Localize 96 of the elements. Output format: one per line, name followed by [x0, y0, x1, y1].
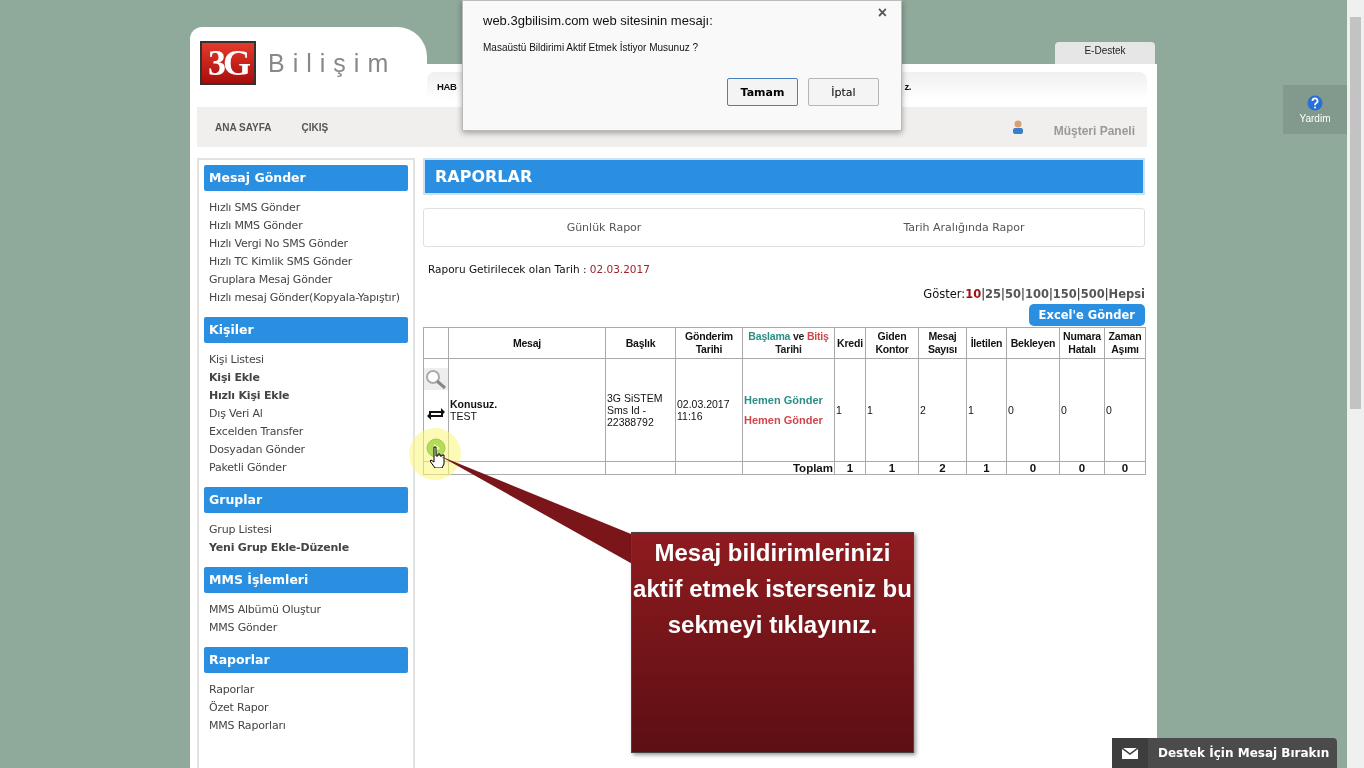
date-label: Raporu Getirilecek olan Tarih :: [428, 263, 588, 275]
column-header: Zaman Aşımı: [1108, 330, 1142, 355]
table-cell-text: 0: [1008, 404, 1015, 416]
sidebar-link[interactable]: MMS Gönder: [209, 619, 408, 637]
total-cell-text: 1: [887, 462, 897, 474]
sidebar-link[interactable]: Özet Rapor: [209, 699, 408, 717]
total-cell-text: 1: [845, 462, 855, 474]
section-title: Mesaj Gönder: [204, 165, 408, 191]
hand-cursor-icon: [430, 445, 446, 468]
table-cell-text: 0: [1061, 404, 1068, 416]
table-cell-text: 1: [836, 404, 843, 416]
separator: |: [981, 287, 986, 301]
section-title: MMS İşlemleri: [204, 567, 408, 593]
sidebar-link[interactable]: Kişi Listesi: [209, 351, 408, 369]
column-header: Mesaj Sayısı: [927, 330, 958, 355]
table-cell-text: 2: [920, 404, 927, 416]
table-cell-text: 1: [968, 404, 975, 416]
support-tab[interactable]: E-Destek: [1055, 42, 1155, 64]
magnifier-icon[interactable]: [424, 367, 448, 390]
sidebar-link[interactable]: Paketli Gönder: [209, 459, 408, 477]
sidebar-link[interactable]: Dış Veri Al: [209, 405, 408, 423]
total-label: Toplam: [791, 462, 833, 474]
message-title: Konusuz.: [450, 398, 499, 410]
total-cell-text: 0: [1028, 462, 1038, 474]
scrollbar[interactable]: [1347, 0, 1364, 768]
column-header: İletilen: [970, 336, 1003, 349]
sidebar-link[interactable]: MMS Raporları: [209, 717, 408, 735]
column-header: Gönderim Tarihi: [685, 330, 733, 355]
section-title: Gruplar: [204, 487, 408, 513]
end-date: Hemen Gönder: [744, 414, 824, 426]
help-icon: [1307, 95, 1323, 111]
sidebar-link[interactable]: Hızlı MMS Gönder: [209, 217, 408, 235]
start-date: Hemen Gönder: [744, 394, 824, 406]
column-header: Başlama ve Bitiş Tarihi: [748, 330, 829, 355]
message-text: TEST: [450, 410, 478, 422]
page-size-option[interactable]: 100: [1024, 287, 1049, 301]
page-size-option[interactable]: 50: [1005, 287, 1021, 301]
table-cell-text: 0: [1106, 404, 1113, 416]
page-size-option[interactable]: 25: [985, 287, 1002, 301]
sidebar-link[interactable]: Hızlı Kişi Ekle: [209, 387, 408, 405]
nav-link[interactable]: ANA SAYFA: [215, 121, 272, 133]
repeat-icon[interactable]: [426, 405, 446, 422]
sidebar-link[interactable]: MMS Albümü Oluştur: [209, 601, 408, 619]
separator: |: [1104, 287, 1109, 301]
dialog-button[interactable]: Tamam: [727, 78, 798, 106]
callout-box: Mesaj bildirimlerinizi aktif etmek isterseniz bu sekmeyi tıklayınız.: [631, 532, 914, 753]
column-header: Bekleyen: [1010, 336, 1056, 349]
sidebar-link[interactable]: Kişi Ekle: [209, 369, 408, 387]
sidebar-link[interactable]: Dosyadan Gönder: [209, 441, 408, 459]
logo-mark: 3G: [200, 41, 256, 85]
sidebar-link[interactable]: Hızlı TC Kimlik SMS Gönder: [209, 253, 408, 271]
user-icon: [1011, 120, 1024, 134]
sidebar-link[interactable]: Yeni Grup Ekle-Düzenle: [209, 539, 408, 557]
envelope-icon: [1122, 747, 1138, 759]
table-cell-text: 3G SiSTEM Sms Id - 22388792: [607, 392, 664, 428]
page-size-option[interactable]: 150: [1052, 287, 1077, 301]
sidebar-link[interactable]: Hızlı Vergi No SMS Gönder: [209, 235, 408, 253]
column-header: Mesaj: [512, 336, 542, 349]
dialog-title: web.3gbilisim.com web sitesinin mesajı:: [483, 13, 714, 28]
separator: |: [1076, 287, 1081, 301]
separator: |: [1001, 287, 1005, 301]
table-cell-text: 1: [867, 404, 874, 416]
separator: |: [1021, 287, 1025, 301]
sidebar-link[interactable]: Hızlı SMS Gönder: [209, 199, 408, 217]
page-title: RAPORLAR: [423, 158, 1145, 195]
chat-button[interactable]: Destek İçin Mesaj Bırakın: [1112, 738, 1337, 768]
dialog-button[interactable]: İptal: [808, 78, 879, 106]
sidebar-link[interactable]: Grup Listesi: [209, 521, 408, 539]
close-button[interactable]: ×: [871, 3, 893, 23]
total-cell-text: 2: [938, 462, 947, 474]
date-value: 02.03.2017: [589, 263, 650, 275]
column-header: Numara Hatalı: [1063, 330, 1101, 355]
nav-link[interactable]: ÇIKIŞ: [301, 121, 329, 133]
report-tab[interactable]: Günlük Rapor: [424, 209, 784, 246]
report-tab[interactable]: Tarih Aralığında Rapor: [784, 209, 1144, 246]
column-header: Başlık: [625, 336, 656, 349]
column-header: Kredi: [837, 336, 863, 349]
column-header: Giden Kontor: [875, 330, 909, 355]
section-title: Kişiler: [204, 317, 408, 343]
total-cell-text: 0: [1077, 462, 1087, 474]
page-size-option[interactable]: Hepsi: [1108, 287, 1145, 301]
sidebar-link[interactable]: Hızlı mesaj Gönder(Kopyala-Yapıştır): [209, 289, 408, 307]
sidebar-link[interactable]: Excelden Transfer: [209, 423, 408, 441]
logo-text: Bilişim: [268, 48, 397, 78]
section-title: Raporlar: [204, 647, 408, 673]
dialog-message: Masaüstü Bildirimi Aktif Etmek İstiyor Musunuz ?: [483, 42, 700, 53]
page-size-option[interactable]: 500: [1080, 287, 1105, 301]
page-size-label: Göster:: [923, 287, 966, 301]
total-cell-text: 1: [982, 462, 991, 474]
sidebar-link[interactable]: Gruplara Mesaj Gönder: [209, 271, 408, 289]
ticker-text: HAB: [437, 80, 457, 92]
total-cell-text: 0: [1120, 462, 1130, 474]
ticker-text: z.: [904, 80, 911, 92]
sidebar-link[interactable]: Raporlar: [209, 681, 408, 699]
separator: |: [1048, 287, 1053, 301]
table-cell-text: 02.03.2017 11:16: [677, 398, 731, 422]
